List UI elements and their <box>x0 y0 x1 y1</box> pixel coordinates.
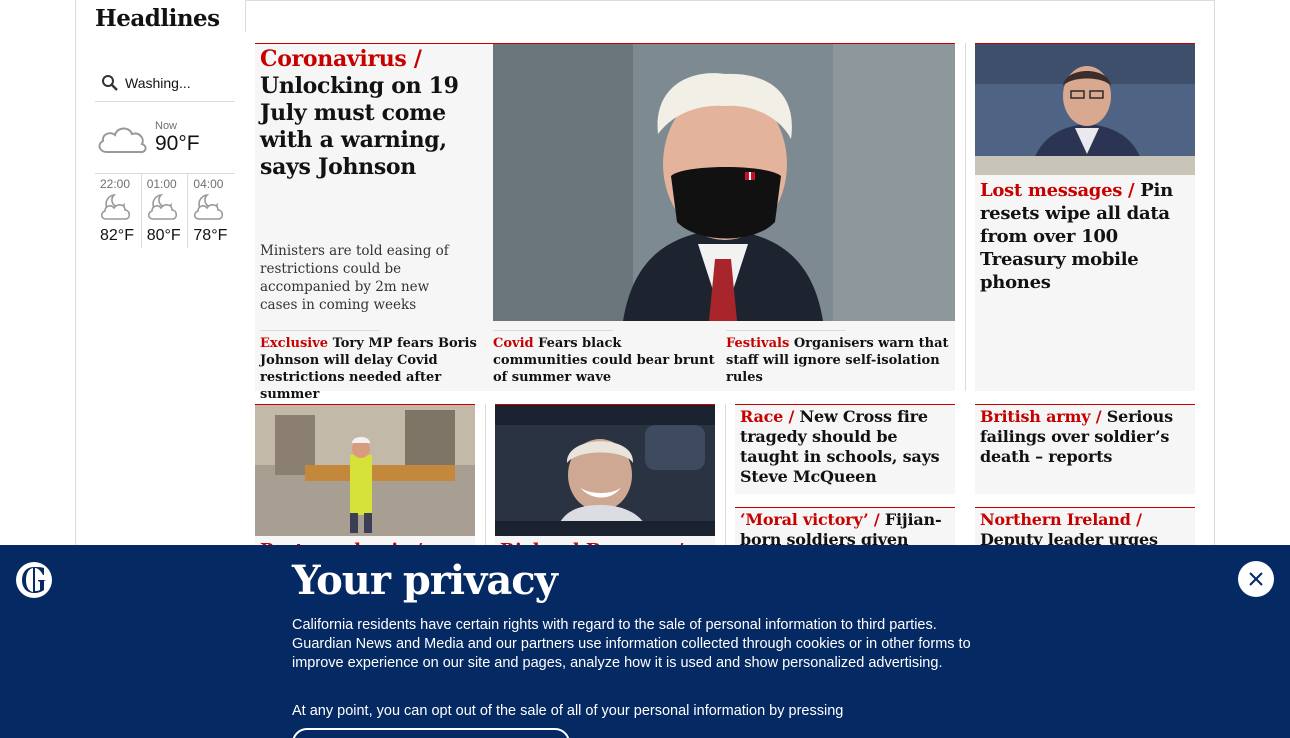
story-kicker: Race / <box>740 407 800 426</box>
weather-location-search[interactable]: Washing... <box>95 64 235 102</box>
search-icon <box>102 74 118 91</box>
main-story-kicker: Coronavirus / <box>260 46 422 72</box>
cloudy-moon-icon <box>100 193 131 220</box>
privacy-optout-text: At any point, you can opt out of the sal… <box>292 703 844 719</box>
story-kicker: British army / <box>980 407 1107 426</box>
weather-forecast: 22:00 82°F 01:00 80°F 04:00 78°F <box>95 174 235 248</box>
top-rule <box>245 0 1214 1</box>
story-headline[interactable]: British army / Serious failings over sol… <box>975 405 1195 469</box>
privacy-text: California residents have certain rights… <box>292 617 971 671</box>
forecast-item: 04:00 78°F <box>188 174 235 248</box>
weather-widget: Washing... Now 90°F 22:00 82°F 01:00 80°… <box>95 64 235 248</box>
forecast-time: 04:00 <box>193 177 224 191</box>
cloudy-moon-icon <box>194 193 224 220</box>
main-story-headline[interactable]: Coronavirus / Unlocking on 19 July must … <box>260 46 488 181</box>
weather-now-temp: 90°F <box>155 131 200 155</box>
weather-now: Now 90°F <box>95 102 235 174</box>
cloudy-moon-icon <box>147 193 177 220</box>
main-story-card[interactable]: Coronavirus / Unlocking on 19 July must … <box>255 43 955 402</box>
close-button[interactable] <box>1238 561 1274 597</box>
related-link[interactable]: Covid Fears black communities could bear… <box>488 330 721 403</box>
privacy-title: Your privacy <box>292 557 558 604</box>
side-story-kicker: Lost messages / <box>980 180 1141 201</box>
cloud-icon <box>98 127 147 153</box>
story-card-branson[interactable]: Richard Branson / <box>495 404 715 566</box>
side-story-headline[interactable]: Lost messages / Pin resets wipe all data… <box>975 175 1195 298</box>
story-card-british-army[interactable]: British army / Serious failings over sol… <box>975 404 1195 494</box>
related-link-kicker: Covid <box>493 336 534 351</box>
do-not-sell-button[interactable]: Do not sell my personal information <box>292 728 570 738</box>
story-card-race[interactable]: Race / New Cross fire tragedy should be … <box>735 404 955 494</box>
story-headline[interactable]: Race / New Cross fire tragedy should be … <box>735 405 955 489</box>
forecast-temp: 82°F <box>100 227 134 244</box>
column-divider <box>965 43 966 391</box>
forecast-temp: 78°F <box>193 227 228 244</box>
guardian-logo-icon <box>16 562 52 598</box>
main-story-title: Unlocking on 19 July must come with a wa… <box>260 73 459 180</box>
forecast-item: 22:00 82°F <box>95 174 142 248</box>
section-title: Headlines <box>95 5 220 32</box>
header-divider <box>245 0 246 32</box>
forecast-item: 01:00 80°F <box>142 174 189 248</box>
link-rule <box>726 330 846 331</box>
related-links: Exclusive Tory MP fears Boris Johnson wi… <box>255 330 955 403</box>
related-link-kicker: Festivals <box>726 336 790 351</box>
related-link[interactable]: Exclusive Tory MP fears Boris Johnson wi… <box>255 330 488 403</box>
story-kicker: ‘Moral victory’ / <box>740 510 885 529</box>
side-story-image[interactable] <box>975 44 1195 175</box>
forecast-time: 22:00 <box>100 177 131 191</box>
related-link-kicker: Exclusive <box>260 336 329 351</box>
related-link[interactable]: Festivals Organisers warn that staff wil… <box>721 330 954 403</box>
privacy-banner: Your privacy California residents have c… <box>0 545 1290 738</box>
forecast-time: 01:00 <box>146 177 177 191</box>
weather-now-label: Now <box>155 119 178 132</box>
weather-location: Washing... <box>125 74 191 91</box>
link-rule <box>260 330 380 331</box>
link-rule <box>493 330 613 331</box>
side-story-card[interactable]: Lost messages / Pin resets wipe all data… <box>975 43 1195 391</box>
main-story-standfirst: Ministers are told easing of restriction… <box>260 243 449 313</box>
story-card-post-pandemic[interactable]: Post-pandemic / <box>255 404 475 566</box>
close-icon <box>1249 572 1263 586</box>
story-image[interactable] <box>255 405 475 536</box>
story-kicker: Northern Ireland / <box>980 510 1142 529</box>
forecast-temp: 80°F <box>146 227 181 244</box>
main-story-image[interactable] <box>493 44 955 321</box>
story-image[interactable] <box>495 405 715 536</box>
